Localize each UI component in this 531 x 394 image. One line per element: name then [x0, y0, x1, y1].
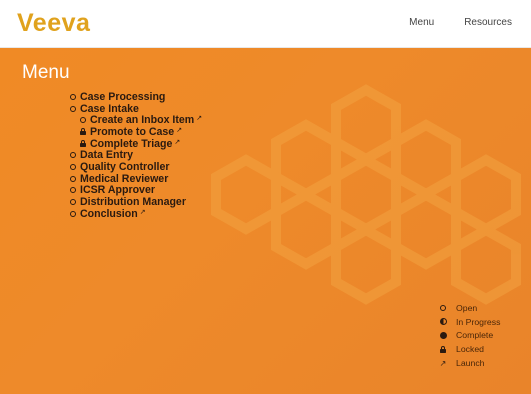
nav-menu-link[interactable]: Menu — [409, 17, 434, 28]
menu-item-quality-controller[interactable]: Quality Controller — [69, 161, 202, 173]
menu-item-medical-reviewer[interactable]: Medical Reviewer — [69, 173, 202, 185]
menu-item-promote-to-case[interactable]: Promote to Case ↗ — [69, 126, 202, 138]
half-circle-icon — [439, 318, 447, 326]
menu-item-conclusion[interactable]: Conclusion ↗ — [69, 208, 202, 220]
menu-item-label: Quality Controller — [80, 160, 170, 173]
menu-item-data-entry[interactable]: Data Entry — [69, 149, 202, 161]
legend-item-launch: ↗ Launch — [439, 356, 500, 370]
menu-item-label: Distribution Manager — [80, 196, 186, 209]
open-circle-icon — [69, 210, 77, 218]
external-link-icon: ↗ — [439, 358, 447, 368]
menu-item-icsr-approver[interactable]: ICSR Approver — [69, 184, 202, 197]
open-circle-icon — [439, 304, 447, 312]
menu-item-distribution-manager[interactable]: Distribution Manager — [69, 196, 202, 208]
legend-label: Locked — [456, 344, 485, 355]
legend-item-open: Open — [439, 301, 500, 315]
menu-item-label: ICSR Approver — [80, 184, 155, 197]
menu-item-label: Conclusion — [80, 207, 138, 220]
menu-item-label: Medical Reviewer — [80, 172, 169, 185]
legend-item-complete: Complete — [439, 329, 500, 343]
legend-item-in-progress: In Progress — [439, 315, 500, 329]
veeva-logo[interactable]: Veeva — [17, 10, 90, 36]
open-circle-icon — [69, 198, 77, 206]
menu-item-case-processing[interactable]: Case Processing — [69, 91, 202, 103]
external-link-icon: ↗ — [176, 126, 183, 134]
course-menu: Case Processing Case Intake Create an In… — [69, 91, 202, 220]
page-title: Menu — [22, 62, 70, 83]
open-circle-icon — [69, 105, 77, 113]
legend-label: In Progress — [456, 316, 501, 327]
menu-item-label: Case Intake — [80, 102, 139, 115]
open-circle-icon — [69, 175, 77, 183]
lock-icon — [79, 128, 87, 136]
legend-label: Complete — [456, 330, 494, 341]
legend-item-locked: Locked — [439, 342, 500, 356]
menu-item-case-intake[interactable]: Case Intake — [69, 103, 202, 115]
legend-label: Open — [456, 302, 478, 313]
menu-item-label: Complete Triage — [90, 137, 173, 150]
menu-item-label: Create an Inbox Item — [90, 114, 195, 127]
external-link-icon: ↗ — [174, 138, 181, 146]
open-circle-icon — [79, 116, 87, 124]
external-link-icon: ↗ — [196, 115, 203, 123]
menu-item-create-inbox-item[interactable]: Create an Inbox Item ↗ — [69, 114, 202, 126]
top-nav: Menu Resources — [409, 17, 512, 28]
nav-resources-link[interactable]: Resources — [464, 17, 512, 28]
open-circle-icon — [69, 93, 77, 101]
filled-circle-icon — [439, 331, 447, 339]
status-legend: Open In Progress Complete Locked ↗ Launc… — [439, 301, 500, 370]
menu-item-label: Case Processing — [80, 90, 166, 103]
legend-label: Launch — [456, 358, 485, 369]
open-circle-icon — [69, 186, 77, 194]
menu-item-label: Promote to Case — [90, 125, 175, 138]
header-bar: Veeva Menu Resources — [0, 0, 531, 48]
menu-item-label: Data Entry — [80, 149, 133, 162]
lock-icon — [439, 345, 447, 353]
open-circle-icon — [69, 163, 77, 171]
hexagon-pattern-decoration — [211, 84, 521, 305]
menu-item-complete-triage[interactable]: Complete Triage ↗ — [69, 138, 202, 150]
external-link-icon: ↗ — [139, 208, 146, 216]
lock-icon — [79, 140, 87, 148]
open-circle-icon — [69, 151, 77, 159]
